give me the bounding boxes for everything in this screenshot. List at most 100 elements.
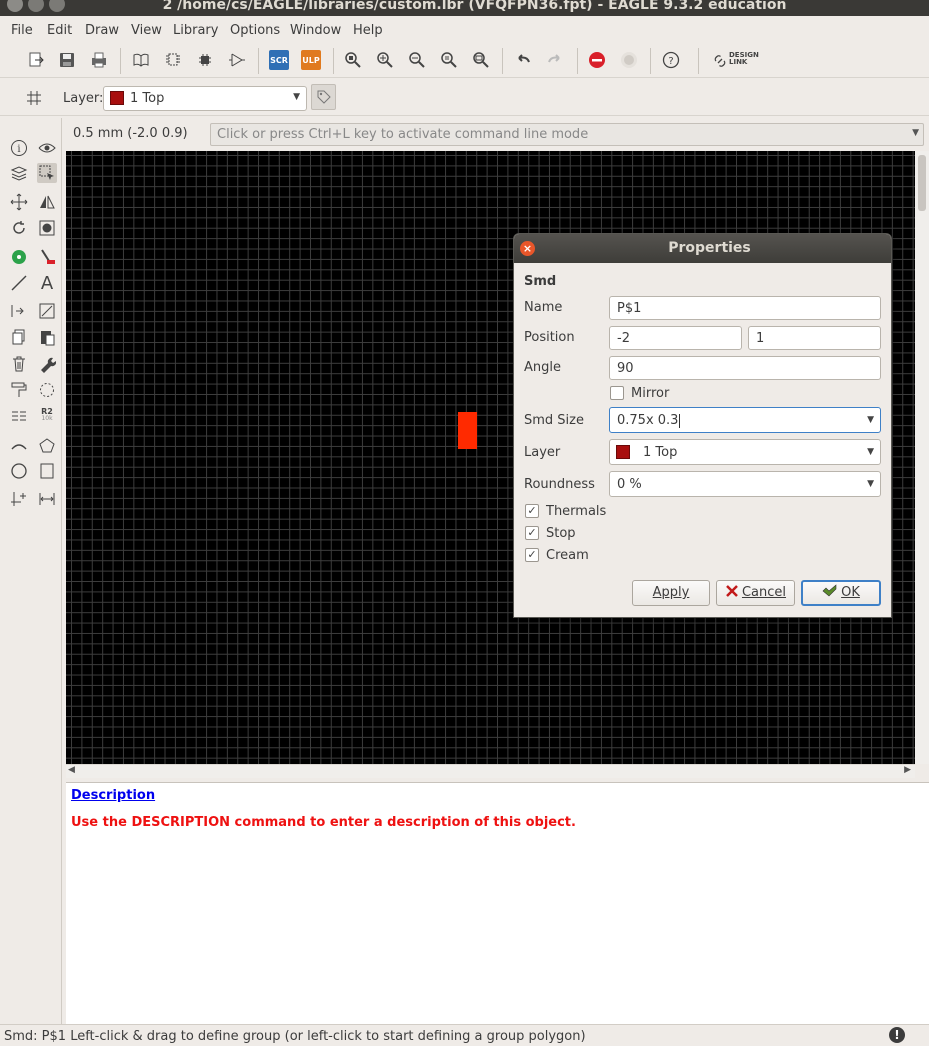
menu-help[interactable]: Help: [353, 23, 383, 38]
edit-line-icon[interactable]: [37, 301, 57, 321]
name-icon[interactable]: [9, 406, 29, 426]
tag-button[interactable]: [311, 84, 336, 110]
mark-icon[interactable]: [9, 489, 29, 509]
menu-view[interactable]: View: [131, 23, 162, 38]
show-eye-icon[interactable]: [37, 138, 57, 158]
horizontal-scrollbar[interactable]: ◀ ▶: [66, 764, 915, 778]
menu-window[interactable]: Window: [290, 23, 341, 38]
vertical-scroll-thumb[interactable]: [918, 155, 926, 211]
undo-icon[interactable]: [513, 50, 533, 70]
smd-size-combo[interactable]: 0.75x 0.3 ▼: [609, 407, 881, 433]
link-icon: [714, 55, 726, 67]
dimension-icon[interactable]: [37, 489, 57, 509]
command-line-input[interactable]: Click or press Ctrl+L key to activate co…: [210, 123, 924, 146]
ok-button[interactable]: OK: [801, 580, 881, 606]
stop-icon[interactable]: [587, 50, 607, 70]
apply-button[interactable]: Apply: [632, 580, 710, 606]
layer-select-value: 1 Top: [130, 91, 165, 106]
name-field[interactable]: P$1: [609, 296, 881, 320]
menu-file[interactable]: File: [11, 23, 33, 38]
arc-icon[interactable]: [9, 436, 29, 456]
zoom-select-icon[interactable]: [471, 50, 491, 70]
line-icon[interactable]: [9, 273, 29, 293]
pad-icon[interactable]: [9, 247, 29, 267]
grid-icon[interactable]: [24, 88, 44, 108]
redo-icon: [545, 50, 565, 70]
smd-icon[interactable]: [37, 247, 57, 267]
menu-draw[interactable]: Draw: [85, 23, 119, 38]
design-link-label: DESIGN LINK: [729, 51, 759, 66]
cream-label: Cream: [546, 548, 589, 563]
design-link-button[interactable]: DESIGN LINK: [713, 52, 773, 70]
position-x-field[interactable]: -2: [609, 326, 742, 350]
group-select-icon[interactable]: [37, 163, 57, 183]
description-link[interactable]: Description: [71, 788, 155, 803]
rotate-icon[interactable]: [9, 218, 29, 238]
polygon-icon[interactable]: [37, 436, 57, 456]
save-icon[interactable]: [57, 50, 77, 70]
go-icon: [619, 50, 639, 70]
delete-icon[interactable]: [9, 354, 29, 374]
command-line-placeholder: Click or press Ctrl+L key to activate co…: [217, 127, 589, 142]
script-icon[interactable]: SCR: [269, 50, 289, 70]
position-y-field[interactable]: 1: [748, 326, 881, 350]
split-icon[interactable]: [9, 301, 29, 321]
scroll-right-icon[interactable]: ▶: [904, 765, 911, 775]
ulp-icon[interactable]: ULP: [301, 50, 321, 70]
layer-select[interactable]: 1 Top ▼: [103, 86, 307, 111]
menu-edit[interactable]: Edit: [47, 23, 72, 38]
mirror-checkbox[interactable]: [610, 386, 624, 400]
copy-icon[interactable]: [9, 327, 29, 347]
warning-icon[interactable]: !: [889, 1027, 905, 1043]
cream-checkbox[interactable]: ✓: [525, 548, 539, 562]
roundness-label: Roundness: [524, 477, 595, 492]
device-icon[interactable]: [163, 50, 183, 70]
menu-options[interactable]: Options: [230, 23, 280, 38]
smd-pad[interactable]: [458, 412, 477, 449]
mirror-icon[interactable]: [37, 192, 57, 212]
roundness-combo[interactable]: 0 % ▼: [609, 471, 881, 497]
ok-button-label: OK: [841, 585, 860, 600]
window-title: 2 /home/cs/EAGLE/libraries/custom.lbr (V…: [162, 0, 787, 13]
menu-bar: File Edit Draw View Library Options Wind…: [0, 16, 929, 42]
chevron-down-icon: ▼: [293, 92, 300, 102]
cancel-button[interactable]: Cancel: [716, 580, 795, 606]
wrench-icon[interactable]: [37, 354, 57, 374]
paste-icon[interactable]: [37, 327, 57, 347]
paint-roller-icon[interactable]: [9, 380, 29, 400]
coordinate-display: 0.5 mm (-2.0 0.9): [73, 126, 188, 141]
position-label: Position: [524, 330, 575, 345]
toolbar-separator: [502, 48, 503, 74]
help-icon[interactable]: ?: [661, 50, 681, 70]
layers-icon[interactable]: [9, 163, 29, 183]
package-icon[interactable]: [195, 50, 215, 70]
scroll-left-icon[interactable]: ◀: [68, 765, 75, 775]
move-icon[interactable]: [9, 192, 29, 212]
stop-checkbox[interactable]: ✓: [525, 526, 539, 540]
info-icon[interactable]: i: [9, 138, 29, 158]
zoom-fit-icon[interactable]: [343, 50, 363, 70]
print-icon[interactable]: [89, 50, 109, 70]
ok-checkmark-icon: [822, 584, 837, 597]
menu-library[interactable]: Library: [173, 23, 218, 38]
zoom-previous-icon[interactable]: [439, 50, 459, 70]
mirror-label: Mirror: [631, 386, 670, 401]
tool-palette: i A R2 10k: [0, 118, 62, 1024]
layer-combo[interactable]: 1 Top ▼: [609, 439, 881, 465]
circle-icon[interactable]: [9, 461, 29, 481]
zoom-out-icon[interactable]: [407, 50, 427, 70]
cancel-x-icon: [726, 585, 738, 597]
value-icon[interactable]: R2 10k: [37, 405, 57, 425]
smash-icon[interactable]: [37, 218, 57, 238]
text-icon[interactable]: A: [37, 273, 57, 294]
rectangle-icon[interactable]: [37, 461, 57, 481]
vertical-scrollbar[interactable]: [915, 151, 929, 764]
angle-field[interactable]: 90: [609, 356, 881, 380]
library-book-icon[interactable]: [131, 50, 151, 70]
symbol-icon[interactable]: [227, 50, 247, 70]
open-icon[interactable]: [26, 50, 46, 70]
section-header: Smd: [524, 274, 557, 289]
thermals-checkbox[interactable]: ✓: [525, 504, 539, 518]
zoom-in-icon[interactable]: [375, 50, 395, 70]
ratsnest-icon[interactable]: [37, 380, 57, 400]
